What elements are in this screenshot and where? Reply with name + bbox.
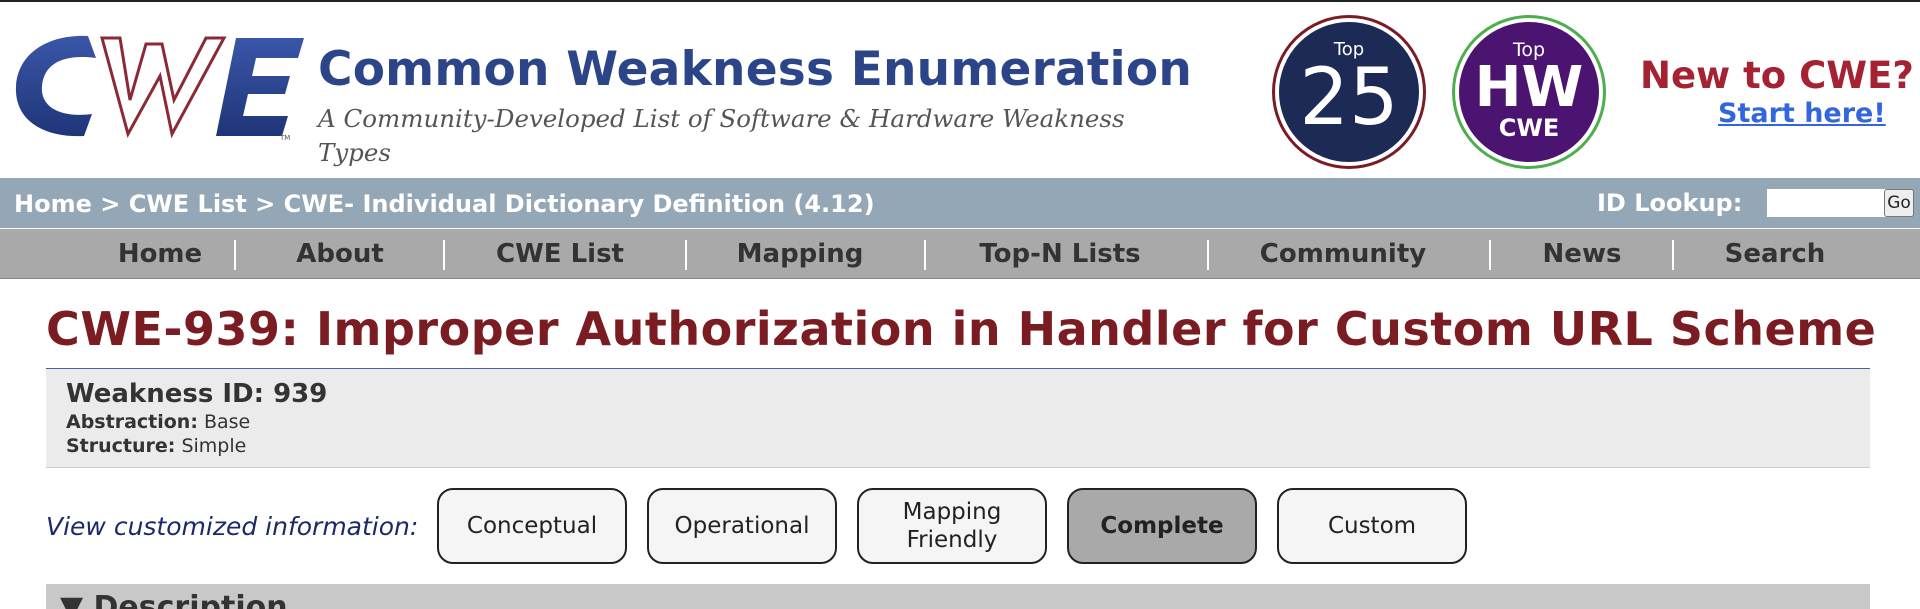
id-lookup-label: ID Lookup: [1597,189,1743,217]
abstraction-line: Abstraction: Base [66,411,250,433]
nav-search[interactable]: Search [1690,229,1860,279]
description-section-header[interactable]: ▼ Description [46,584,1870,609]
nav-separator [685,240,687,270]
top25-badge[interactable]: Top 25 [1275,18,1423,166]
nav-separator [1672,240,1674,270]
top25-badge-number: 25 [1299,53,1399,143]
view-custom-button[interactable]: Custom [1277,488,1467,564]
page-title: CWE-939: Improper Authorization in Handl… [46,302,1877,356]
breadcrumb-bar: Home > CWE List > CWE- Individual Dictio… [0,178,1920,228]
nav-separator [1207,240,1209,270]
structure-value: Simple [181,435,247,457]
main-nav: Home About CWE List Mapping Top-N Lists … [0,229,1920,279]
weakness-info-box: Weakness ID: 939 Abstraction: Base Struc… [46,369,1870,468]
breadcrumb-cwe-list-link[interactable]: CWE List [129,190,247,218]
nav-home[interactable]: Home [80,229,240,279]
cwe-logo[interactable]: TM [10,30,305,142]
description-label: Description [93,590,288,609]
site-header: TM Common Weakness Enumeration A Communi… [0,2,1920,178]
view-mapping-friendly-button[interactable]: Mapping Friendly [857,488,1047,564]
view-complete-button[interactable]: Complete [1067,488,1257,564]
top-hw-badge[interactable]: Top HW CWE [1455,18,1603,166]
nav-top-n-lists[interactable]: Top-N Lists [940,229,1180,279]
structure-label: Structure: [66,435,176,457]
view-operational-button[interactable]: Operational [647,488,837,564]
breadcrumb-separator: > [255,190,276,218]
go-button[interactable]: Go [1884,189,1914,217]
view-customized-label: View customized information: [46,512,419,541]
nav-separator [924,240,926,270]
svg-text:TM: TM [279,134,290,142]
breadcrumb-separator: > [100,190,121,218]
new-to-cwe-text: New to CWE? [1640,54,1914,97]
nav-cwe-list[interactable]: CWE List [460,229,660,279]
nav-separator [234,240,236,270]
breadcrumb-current: CWE- Individual Dictionary Definition (4… [283,190,875,218]
abstraction-value: Base [203,411,251,433]
nav-separator [443,240,445,270]
breadcrumb-home-link[interactable]: Home [14,190,92,218]
site-tagline: A Community-Developed List of Software &… [318,104,1125,167]
start-here-link[interactable]: Start here! [1718,98,1886,129]
description-title: ▼ Description [60,590,288,609]
nav-about[interactable]: About [250,229,430,279]
view-conceptual-button[interactable]: Conceptual [437,488,627,564]
nav-news[interactable]: News [1500,229,1664,279]
structure-line: Structure: Simple [66,435,246,457]
weakness-id: Weakness ID: 939 [66,379,328,409]
site-title[interactable]: Common Weakness Enumeration [318,42,1192,97]
nav-mapping[interactable]: Mapping [700,229,900,279]
collapse-triangle-icon[interactable]: ▼ [60,590,83,609]
breadcrumb: Home > CWE List > CWE- Individual Dictio… [14,190,875,218]
abstraction-label: Abstraction: [66,411,198,433]
top-hw-badge-sub: CWE [1498,114,1560,142]
top-hw-badge-main: HW [1474,55,1584,120]
nav-separator [1489,240,1491,270]
nav-community[interactable]: Community [1225,229,1461,279]
